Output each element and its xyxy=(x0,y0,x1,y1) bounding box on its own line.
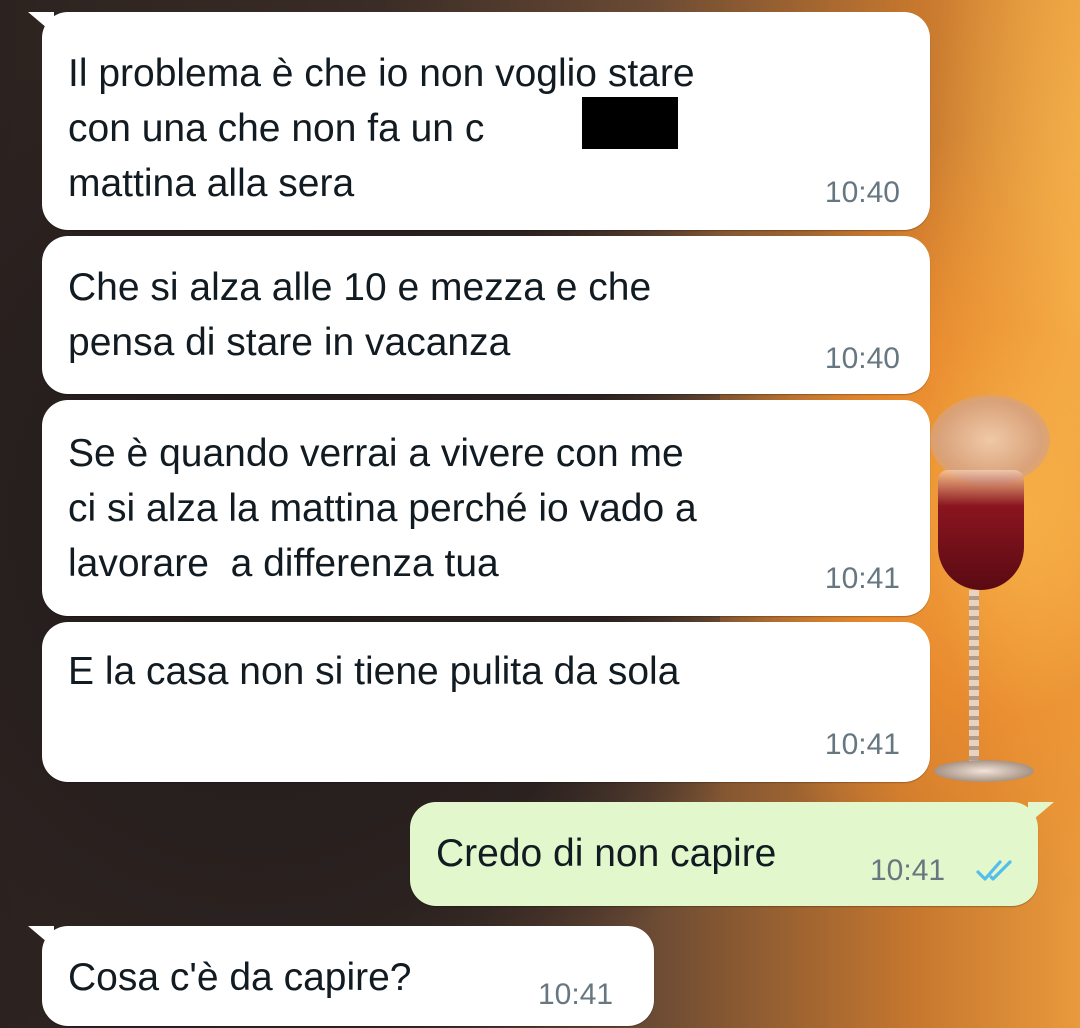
message-bubble-incoming[interactable]: Se è quando verrai a vivere con me ci si… xyxy=(42,400,930,616)
message-list[interactable]: Il problema è che io non voglio stare co… xyxy=(0,0,1080,1028)
message-bubble-incoming[interactable]: Cosa c'è da capire? 10:41 xyxy=(28,926,654,1026)
message-text: Cosa c'è da capire? xyxy=(68,956,412,999)
message-bubble-outgoing[interactable]: Credo di non capire 10:41 xyxy=(410,802,1054,906)
redaction-box xyxy=(582,97,678,149)
message-timestamp: 10:41 xyxy=(870,854,946,887)
message-timestamp: 10:41 xyxy=(538,978,614,1011)
message-text: Credo di non capire xyxy=(436,832,777,875)
message-timestamp: 10:40 xyxy=(824,176,900,209)
message-text: Se è quando verrai a vivere con me ci si… xyxy=(68,432,697,585)
message-bubble-incoming[interactable]: Che si alza alle 10 e mezza e che pensa … xyxy=(42,236,930,394)
double-check-read-icon xyxy=(976,860,1012,881)
bubble-tail xyxy=(28,926,54,948)
message-text: Che si alza alle 10 e mezza e che pensa … xyxy=(68,266,652,364)
bubble-tail xyxy=(1028,802,1054,824)
message-timestamp: 10:41 xyxy=(824,562,900,595)
message-timestamp: 10:40 xyxy=(824,342,900,375)
message-timestamp: 10:41 xyxy=(824,728,900,761)
message-bubble-incoming[interactable]: Il problema è che io non voglio stare co… xyxy=(28,12,930,230)
message-text: E la casa non si tiene pulita da sola xyxy=(68,650,680,693)
message-bubble-incoming[interactable]: E la casa non si tiene pulita da sola 10… xyxy=(42,622,930,782)
bubble-tail xyxy=(28,12,54,34)
